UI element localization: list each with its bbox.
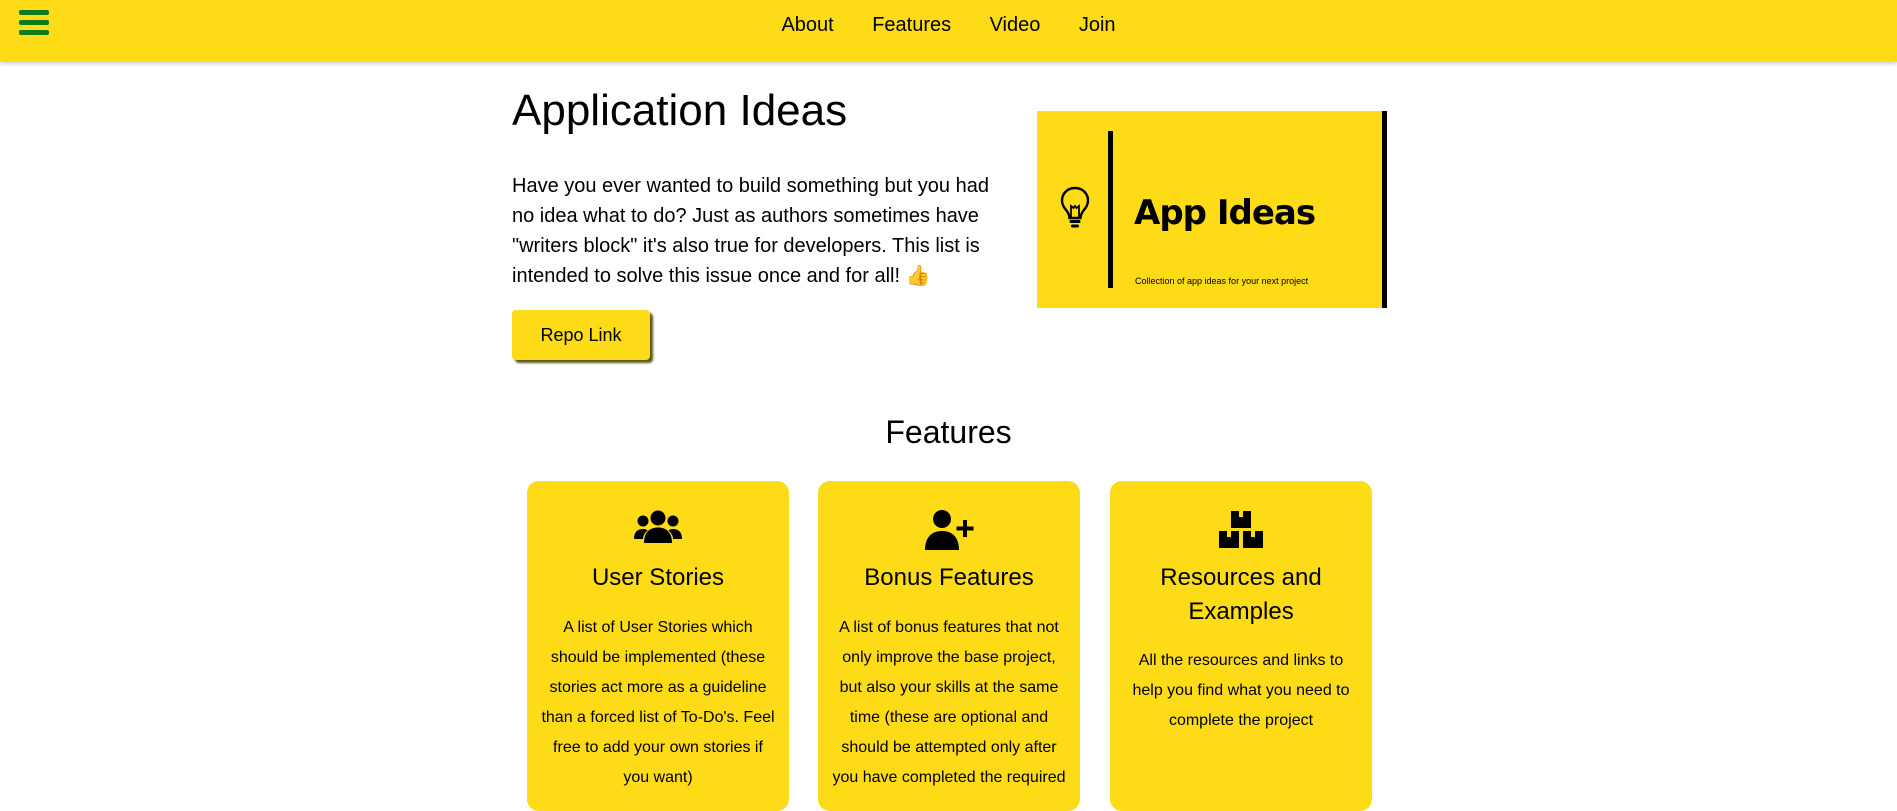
features-heading: Features — [885, 414, 1012, 450]
repo-link-button[interactable]: Repo Link — [512, 310, 650, 360]
card-title: Resources and Examples — [1160, 564, 1322, 625]
nav-link-join[interactable]: Join — [1079, 14, 1116, 37]
feature-card-resources: Resources and Examples All the resources… — [1110, 481, 1372, 811]
banner-subtitle: Collection of app ideas for your next pr… — [1135, 276, 1309, 286]
card-description: All the resources and links to help you … — [1132, 652, 1350, 729]
nav-link-video[interactable]: Video — [990, 14, 1041, 37]
card-description: A list of User Stories which should be i… — [541, 619, 775, 786]
banner-title: App Ideas — [1134, 193, 1316, 233]
nav-links: About Features Video Join — [0, 14, 1897, 37]
card-title: User Stories — [591, 564, 725, 591]
nav-link-about[interactable]: About — [781, 14, 833, 37]
card-description: A list of bonus features that not only i… — [832, 619, 1066, 786]
card-title: Bonus Features — [864, 564, 1034, 591]
user-plus-icon — [818, 509, 1080, 553]
lightbulb-icon — [1060, 186, 1090, 228]
boxes-icon — [1110, 509, 1372, 553]
app-ideas-banner: App Ideas Collection of app ideas for yo… — [1037, 111, 1387, 308]
nav-link-features[interactable]: Features — [872, 14, 951, 37]
hero-description: Have you ever wanted to build something … — [512, 175, 989, 287]
banner-divider — [1108, 131, 1113, 288]
users-icon — [527, 509, 789, 553]
feature-card-user-stories: User Stories A list of User Stories whic… — [527, 481, 789, 811]
feature-card-bonus-features: Bonus Features A list of bonus features … — [818, 481, 1080, 811]
page-title: Application Ideas — [512, 86, 848, 135]
navbar: About Features Video Join — [0, 0, 1897, 62]
